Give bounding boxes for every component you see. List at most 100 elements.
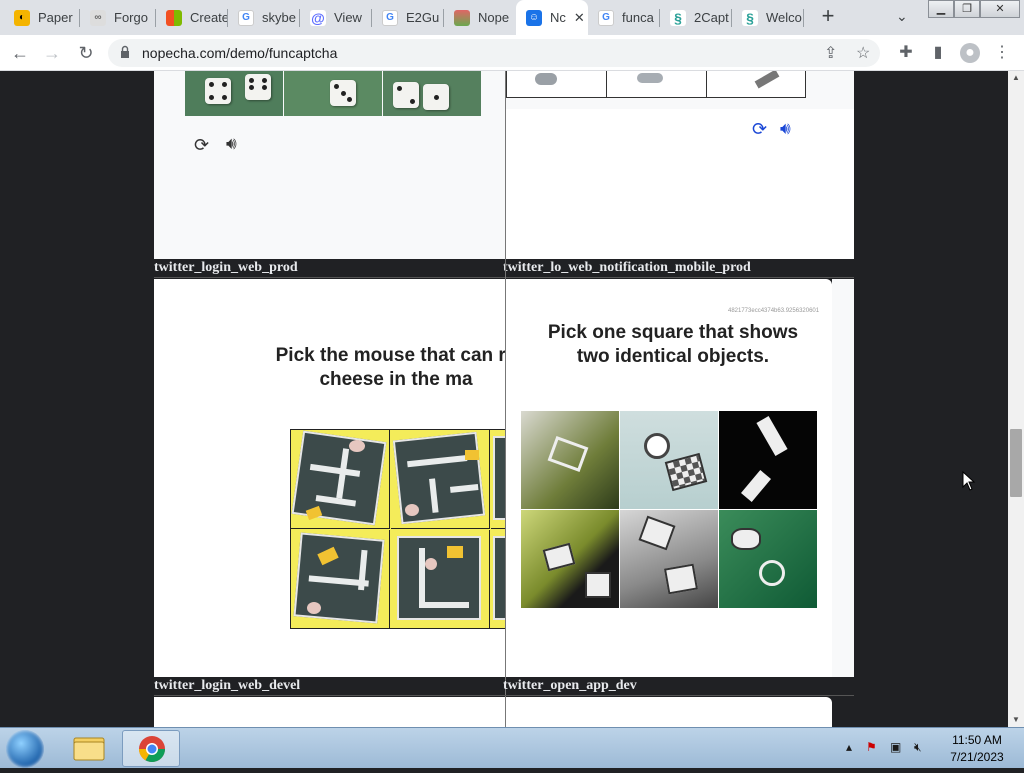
tab-label: skybe bbox=[262, 10, 296, 25]
volume-muted-icon[interactable]: 🔇︎ bbox=[914, 740, 922, 755]
show-hidden-icons-chevron-icon[interactable]: ▴ bbox=[846, 740, 852, 754]
object-tile[interactable] bbox=[521, 411, 619, 509]
tab-forgot[interactable]: ∞ Forgo bbox=[80, 0, 156, 35]
tab-label: Create bbox=[190, 10, 228, 25]
microsoft-favicon-icon bbox=[166, 9, 182, 26]
windows-taskbar: ▴ ⚑ ▣ 🔇︎ 11:50 AM 7/21/2023 bbox=[0, 727, 1024, 768]
object-tile[interactable] bbox=[620, 510, 718, 608]
audio-challenge-icon[interactable]: 🔊︎ bbox=[780, 119, 791, 139]
bookmark-star-icon[interactable]: ☆ bbox=[856, 43, 870, 63]
page-viewport: ⟳ 🔊︎ ⟳ 🔊︎ twitter_login_web_prod twitter… bbox=[0, 71, 1008, 727]
chrome-icon bbox=[138, 736, 166, 763]
captcha-label: twitter_open_app_dev bbox=[503, 678, 637, 693]
maze-tile[interactable] bbox=[291, 430, 390, 529]
restore-button[interactable]: ❐ bbox=[954, 0, 980, 18]
forward-arrow-icon[interactable]: → bbox=[40, 41, 64, 65]
minimize-button[interactable]: ▁ bbox=[928, 0, 954, 18]
tab-2captcha[interactable]: § 2Capt bbox=[660, 0, 732, 35]
chrome-taskbar-button[interactable] bbox=[122, 730, 180, 767]
start-button[interactable] bbox=[6, 730, 44, 768]
image-grid bbox=[506, 71, 806, 98]
dice-tile[interactable] bbox=[284, 71, 382, 116]
page-scrollbar[interactable]: ▲ ▼ bbox=[1008, 71, 1024, 727]
tab-create[interactable]: Create bbox=[156, 0, 228, 35]
back-arrow-icon[interactable]: ← bbox=[8, 41, 32, 65]
tab-label: Nope bbox=[478, 10, 510, 25]
close-window-button[interactable]: ✕ bbox=[980, 0, 1020, 18]
tab-active[interactable]: ☺ Nc ✕ bbox=[516, 0, 588, 35]
tab-nope[interactable]: Nope bbox=[444, 0, 516, 35]
captcha-frame-next bbox=[154, 697, 505, 727]
captcha-frame-twitter-open-app-dev: 4821773ecc4374b63.9256320601 Pick one sq… bbox=[506, 279, 832, 677]
folder-icon bbox=[73, 737, 105, 761]
scroll-up-arrow-icon[interactable]: ▲ bbox=[1012, 73, 1020, 82]
mouse-figure bbox=[349, 440, 365, 452]
audio-challenge-icon[interactable]: 🔊︎ bbox=[226, 134, 237, 154]
google-favicon-icon: G bbox=[238, 9, 254, 26]
object-thumbnail[interactable] bbox=[535, 73, 557, 85]
maze-tile[interactable] bbox=[491, 530, 505, 629]
captcha-instruction: Pick the mouse that can re cheese in the… bbox=[275, 345, 505, 390]
file-explorer-taskbar-button[interactable] bbox=[60, 730, 118, 767]
object-tile[interactable] bbox=[719, 510, 817, 608]
scroll-down-arrow-icon[interactable]: ▼ bbox=[1012, 715, 1020, 724]
object-tile[interactable] bbox=[719, 411, 817, 509]
address-bar[interactable]: nopecha.com/demo/funcaptcha ⇪ ☆ bbox=[108, 39, 880, 67]
tab-funcaptcha[interactable]: G funca bbox=[588, 0, 660, 35]
action-center-flag-icon[interactable]: ⚑ bbox=[866, 740, 877, 754]
menu-kebab-icon[interactable]: ⋮ bbox=[992, 43, 1012, 63]
tab-label: 2Capt bbox=[694, 10, 729, 25]
mouse-figure bbox=[425, 558, 437, 570]
tab-label: Paper bbox=[38, 10, 73, 25]
tab-label: Welco bbox=[766, 10, 802, 25]
object-tile[interactable] bbox=[620, 411, 718, 509]
captcha-instruction: Pick one square that shows two identical… bbox=[547, 322, 799, 367]
at-favicon-icon: @ bbox=[310, 9, 326, 26]
tab-view[interactable]: @ View bbox=[300, 0, 372, 35]
tab-search-chevron-icon[interactable]: ⌄ bbox=[896, 8, 908, 25]
maze-grid bbox=[290, 429, 505, 629]
paper-favicon-icon: ◐ bbox=[14, 9, 30, 26]
share-icon[interactable]: ⇪ bbox=[824, 43, 837, 63]
lock-icon bbox=[121, 45, 129, 58]
tab-label: Forgo bbox=[114, 10, 148, 25]
reload-challenge-icon[interactable]: ⟳ bbox=[194, 135, 209, 156]
profile-avatar-icon[interactable]: ● bbox=[960, 43, 980, 63]
side-panel-icon[interactable]: ▮ bbox=[928, 43, 948, 63]
object-thumbnail[interactable] bbox=[754, 71, 780, 89]
tab-label: E2Gu bbox=[406, 10, 440, 25]
cheese-figure bbox=[465, 450, 479, 460]
tab-skybe[interactable]: G skybe bbox=[228, 0, 300, 35]
tab-label: funca bbox=[622, 10, 654, 25]
dice-tile[interactable] bbox=[185, 71, 283, 116]
reload-challenge-icon[interactable]: ⟳ bbox=[752, 119, 767, 140]
maze-tile[interactable] bbox=[491, 430, 505, 529]
tab-welcome[interactable]: § Welco bbox=[732, 0, 804, 35]
robot-favicon-icon: ☺ bbox=[526, 9, 542, 26]
reload-icon[interactable]: ↻ bbox=[74, 41, 98, 65]
object-tile[interactable] bbox=[521, 510, 619, 608]
maze-tile[interactable] bbox=[391, 530, 490, 629]
dice-tile[interactable] bbox=[383, 71, 481, 116]
captcha-frame-next bbox=[506, 697, 832, 727]
mouse-pointer-icon bbox=[962, 471, 976, 491]
google-favicon-icon: G bbox=[598, 9, 614, 26]
maze-tile[interactable] bbox=[391, 430, 490, 529]
scrollbar-thumb[interactable] bbox=[1010, 429, 1022, 497]
close-tab-icon[interactable]: ✕ bbox=[574, 10, 585, 26]
extensions-puzzle-icon[interactable]: ✚ bbox=[896, 43, 916, 63]
session-hash: 4821773ecc4374b63.9256320601 bbox=[728, 308, 820, 314]
tab-label: Nc bbox=[550, 10, 566, 25]
captcha-label: twitter_login_web_devel bbox=[154, 678, 301, 693]
object-thumbnail[interactable] bbox=[637, 73, 663, 83]
mouse-figure bbox=[405, 504, 419, 516]
maze-tile[interactable] bbox=[291, 530, 390, 629]
tab-paper[interactable]: ◐ Paper bbox=[4, 0, 80, 35]
captcha-label: twitter_login_web_prod bbox=[154, 260, 298, 275]
captcha-label: twitter_lo_web_notification_mobile_prod bbox=[503, 260, 751, 275]
new-tab-button[interactable]: + bbox=[816, 5, 840, 29]
tab-e2gu[interactable]: G E2Gu bbox=[372, 0, 444, 35]
network-icon[interactable]: ▣ bbox=[890, 740, 901, 754]
infinity-favicon-icon: ∞ bbox=[90, 9, 106, 26]
system-clock[interactable]: 11:50 AM 7/21/2023 bbox=[942, 732, 1012, 766]
